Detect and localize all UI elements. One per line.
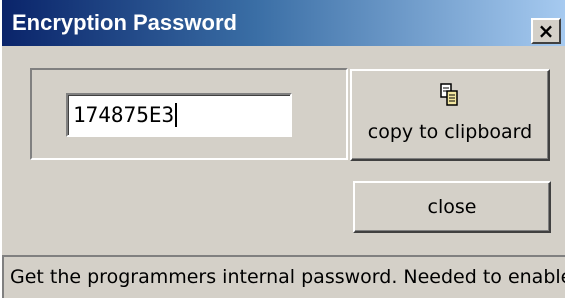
password-field[interactable]: 174875E3 xyxy=(66,93,292,137)
window-title: Encryption Password xyxy=(12,10,237,35)
copy-to-clipboard-button[interactable]: copy to clipboard xyxy=(350,69,550,161)
password-value: 174875E3 xyxy=(73,103,175,127)
copy-button-label: copy to clipboard xyxy=(367,121,533,143)
clipboard-copy-icon xyxy=(440,83,458,106)
status-bar: Get the programmers internal password. N… xyxy=(2,255,565,298)
text-caret xyxy=(175,103,178,127)
close-icon[interactable]: × xyxy=(531,18,561,44)
encryption-password-dialog: Encryption Password × 174875E3 copy to c… xyxy=(2,0,565,298)
title-bar[interactable]: Encryption Password × xyxy=(2,0,565,46)
close-button[interactable]: close xyxy=(353,181,551,233)
status-text: Get the programmers internal password. N… xyxy=(10,266,565,288)
